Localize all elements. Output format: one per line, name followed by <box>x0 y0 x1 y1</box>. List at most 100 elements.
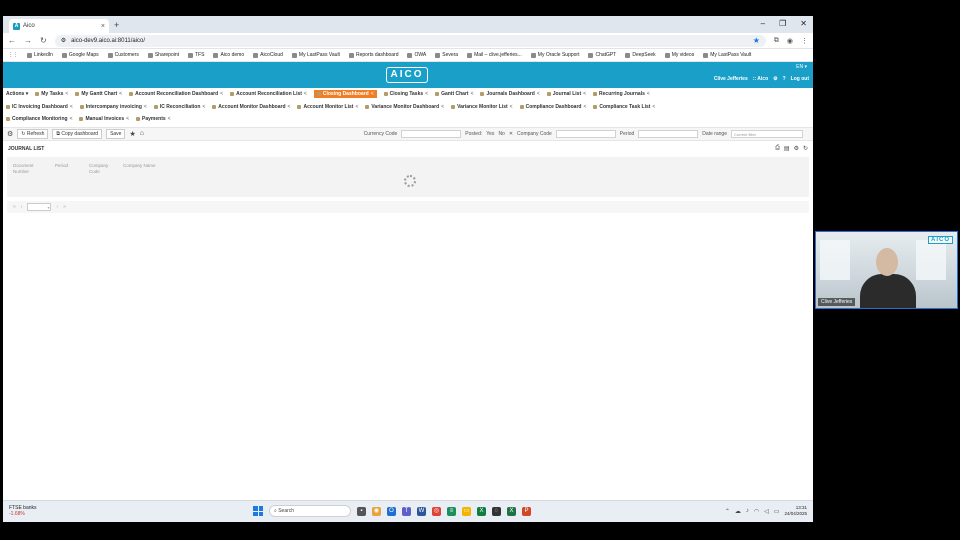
share-icon[interactable]: < <box>441 104 444 110</box>
clock[interactable]: 13:31 24/04/2025 <box>784 505 807 517</box>
share-icon[interactable]: < <box>583 91 586 97</box>
next-page-icon[interactable]: › <box>56 204 58 210</box>
wifi-icon[interactable]: ◠ <box>754 508 759 515</box>
profile-icon[interactable]: ◉ <box>787 37 793 45</box>
chrome-icon[interactable]: ◎ <box>432 506 441 516</box>
copy-dashboard-button[interactable]: ⧉ Copy dashboard <box>52 128 103 139</box>
share-icon[interactable]: < <box>510 104 513 110</box>
menu-item[interactable]: IC Invoicing Dashboard < <box>6 104 73 110</box>
menu-item[interactable]: Journals Dashboard < <box>480 91 540 97</box>
new-tab-icon[interactable]: + <box>114 20 119 30</box>
menu-item[interactable]: Gantt Chart < <box>435 91 473 97</box>
prev-page-icon[interactable]: ‹ <box>21 204 23 210</box>
share-icon[interactable]: < <box>288 104 291 110</box>
bookmark-item[interactable]: AicoCloud <box>253 52 283 58</box>
microphone-icon[interactable]: ♪ <box>746 508 749 514</box>
back-icon[interactable]: ← <box>8 36 16 45</box>
menu-item[interactable]: Actions ▾ <box>6 91 28 97</box>
obs-icon[interactable]: ◌ <box>492 506 501 516</box>
company-code-input[interactable] <box>555 129 616 138</box>
menu-item[interactable]: My Gantt Chart < <box>75 91 122 97</box>
browser-tab[interactable]: A Aico × <box>9 19 109 33</box>
excel-icon[interactable]: X <box>477 506 486 516</box>
share-icon[interactable]: < <box>126 116 129 122</box>
bookmark-item[interactable]: My LastPass Vault <box>291 52 340 58</box>
menu-item[interactable]: Payments < <box>136 116 171 122</box>
bookmark-item[interactable]: Sharepoint <box>147 52 179 58</box>
bookmark-item[interactable]: Reports dashboard <box>348 52 398 58</box>
volume-icon[interactable]: ◁ <box>764 508 769 515</box>
share-icon[interactable]: < <box>202 104 205 110</box>
logout-link[interactable]: Log out <box>791 76 809 82</box>
battery-icon[interactable]: ▭ <box>774 508 780 515</box>
chrome-alt-icon[interactable]: ◉ <box>372 506 381 516</box>
first-page-icon[interactable]: « <box>13 204 16 210</box>
aico-logo[interactable]: AICO <box>386 67 428 83</box>
currency-code-input[interactable] <box>401 129 462 138</box>
period-input[interactable] <box>638 129 699 138</box>
menu-item[interactable]: Compliance Task List < <box>593 104 655 110</box>
menu-item[interactable]: Variance Monitor Dashboard < <box>365 104 444 110</box>
share-icon[interactable]: < <box>70 116 73 122</box>
onedrive-icon[interactable]: ☁ <box>735 508 741 515</box>
share-icon[interactable]: < <box>355 104 358 110</box>
bookmark-item[interactable]: LinkedIn <box>27 52 53 58</box>
share-icon[interactable]: < <box>119 91 122 97</box>
home-icon[interactable]: ⌂ <box>140 130 144 137</box>
bookmark-item[interactable]: Severa <box>435 52 458 58</box>
help-icon[interactable]: ? <box>783 76 786 82</box>
bookmark-item[interactable]: TFS <box>188 52 204 58</box>
apps-icon[interactable]: ⋮⋮ <box>8 52 18 58</box>
column-header[interactable]: Document Number <box>13 163 39 175</box>
share-icon[interactable]: < <box>537 91 540 97</box>
date-range-input[interactable]: Current filter <box>731 129 803 138</box>
refresh-button[interactable]: ↻ Refresh <box>17 128 49 139</box>
share-icon[interactable]: < <box>425 91 428 97</box>
extensions-icon[interactable]: ⧉ <box>774 37 779 45</box>
page-size-select[interactable]: ▾ <box>27 202 52 211</box>
word-icon[interactable]: W <box>417 506 426 516</box>
bookmark-item[interactable]: My LastPass Vault <box>703 52 751 58</box>
browser-menu-icon[interactable]: ⋮ <box>801 37 808 45</box>
menu-item[interactable]: Closing Dashboard < <box>313 90 377 99</box>
menu-item[interactable]: Account Monitor Dashboard < <box>212 104 290 110</box>
menu-item[interactable]: Manual Invoices < <box>79 116 129 122</box>
share-icon[interactable]: < <box>144 104 147 110</box>
file-explorer-icon[interactable]: ▭ <box>462 506 471 516</box>
column-header[interactable]: Company Name <box>123 163 156 169</box>
bookmark-item[interactable]: Mail – clive.jefferies... <box>467 52 522 58</box>
user-name[interactable]: Clive Jefferies <box>714 76 748 82</box>
settings-icon[interactable]: ⚙ <box>773 76 777 82</box>
sheets-icon[interactable]: X <box>507 506 516 516</box>
favorite-star-icon[interactable]: ★ <box>129 130 135 138</box>
export-icon[interactable]: ⎙ <box>775 145 780 152</box>
panel-refresh-icon[interactable]: ↻ <box>803 145 808 152</box>
tray-chevron-icon[interactable]: ⌃ <box>725 508 730 515</box>
menu-item[interactable]: Variance Monitor List < <box>451 104 513 110</box>
menu-item[interactable]: Compliance Dashboard < <box>519 104 586 110</box>
last-page-icon[interactable]: » <box>63 204 66 210</box>
menu-item[interactable]: Account Monitor List < <box>297 104 358 110</box>
menu-item[interactable]: Recurring Journals < <box>593 91 650 97</box>
share-icon[interactable]: < <box>647 91 650 97</box>
share-icon[interactable]: < <box>304 91 307 97</box>
bookmark-item[interactable]: Google Maps <box>61 52 99 58</box>
weather-widget[interactable]: FTSE banks -1.68% <box>9 505 37 517</box>
menu-item[interactable]: My Tasks < <box>35 91 68 97</box>
share-icon[interactable]: < <box>471 91 474 97</box>
site-info-icon[interactable]: ⚙ <box>61 37 66 44</box>
bookmark-item[interactable]: ChatGPT <box>588 52 616 58</box>
save-button[interactable]: Save <box>106 128 126 139</box>
bookmark-item[interactable]: Aico demo <box>213 52 244 58</box>
menu-item[interactable]: Account Reconciliation List < <box>230 91 307 97</box>
reload-icon[interactable]: ↻ <box>40 36 47 45</box>
share-icon[interactable]: < <box>65 91 68 97</box>
share-icon[interactable]: < <box>371 91 374 97</box>
task-view-icon[interactable]: ▪ <box>357 506 366 516</box>
menu-item[interactable]: Closing Tasks < <box>383 91 428 97</box>
share-icon[interactable]: < <box>70 104 73 110</box>
vscode-icon[interactable]: ≡ <box>447 506 456 516</box>
panel-settings-icon[interactable]: ⚙ <box>794 145 799 152</box>
powerpoint-icon[interactable]: P <box>522 506 531 516</box>
bookmark-item[interactable]: DeepSeek <box>625 52 656 58</box>
